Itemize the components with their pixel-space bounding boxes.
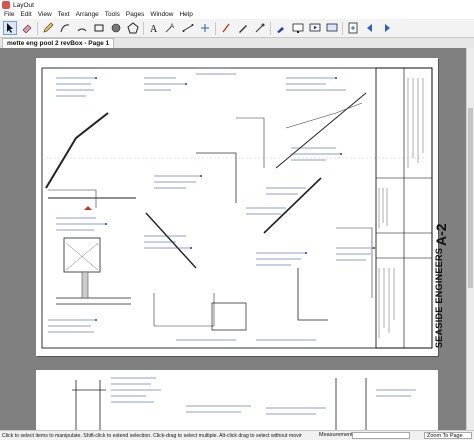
construction-drawing	[41, 67, 433, 349]
add-page-icon[interactable]	[346, 21, 360, 35]
sheet-number: A-2	[433, 223, 449, 246]
eye-dropper-icon[interactable]	[253, 21, 267, 35]
toolbar-separator	[143, 21, 144, 35]
menu-tools[interactable]: Tools	[105, 11, 120, 18]
dimension-icon[interactable]	[181, 21, 195, 35]
window-title: LayOut	[13, 1, 34, 9]
measurements-input[interactable]	[352, 432, 410, 439]
status-bar: Click to select items to manipulate. Shi…	[0, 430, 474, 440]
menu-file[interactable]: File	[4, 11, 14, 18]
pencil-icon[interactable]	[41, 21, 55, 35]
toolbar-separator	[270, 21, 271, 35]
menu-view[interactable]: View	[38, 11, 52, 18]
monitor-icon[interactable]	[325, 21, 339, 35]
menu-help[interactable]: Help	[179, 11, 192, 18]
toolbar-separator	[37, 21, 38, 35]
label-icon[interactable]: A	[164, 21, 178, 35]
layout-page[interactable]: SEASIDE ENGINEERS A-2	[36, 58, 449, 356]
document-tab[interactable]: mette eng pool 2 revBox - Page 1	[2, 38, 115, 48]
next-page-icon[interactable]	[380, 21, 394, 35]
split-icon[interactable]	[198, 21, 212, 35]
eraser-icon[interactable]	[20, 21, 34, 35]
menu-edit[interactable]: Edit	[20, 11, 31, 18]
select-arrow-icon[interactable]	[3, 21, 17, 35]
polygon-icon[interactable]	[126, 21, 140, 35]
toolbar-separator	[342, 21, 343, 35]
vertical-scrollbar[interactable]	[466, 48, 474, 430]
svg-text:A: A	[150, 24, 158, 34]
svg-text:A: A	[170, 24, 174, 30]
rectangle-icon[interactable]	[92, 21, 106, 35]
title-bar: LayOut	[0, 0, 474, 10]
paint-icon[interactable]	[274, 21, 288, 35]
measurements-label: Measurements	[319, 432, 356, 438]
paint-bucket-icon[interactable]	[236, 21, 250, 35]
menu-pages[interactable]: Pages	[126, 11, 144, 18]
menu-window[interactable]: Window	[150, 11, 173, 18]
main-toolbar: A A	[0, 19, 474, 38]
circle-icon[interactable]	[109, 21, 123, 35]
firm-name: SEASIDE ENGINEERS	[434, 247, 444, 348]
presentation-icon[interactable]	[308, 21, 322, 35]
menu-text[interactable]: Text	[58, 11, 70, 18]
toolbar-separator	[215, 21, 216, 35]
sample-style-icon[interactable]	[219, 21, 233, 35]
status-hint: Click to select items to manipulate. Shi…	[2, 432, 302, 439]
menu-arrange[interactable]: Arrange	[76, 11, 99, 18]
next-page-drawing	[72, 377, 416, 430]
scrollbar-thumb[interactable]	[468, 108, 473, 288]
screen-icon[interactable]	[291, 21, 305, 35]
zoom-value: Zoom To Page	[427, 432, 463, 439]
line-icon[interactable]	[58, 21, 72, 35]
text-icon[interactable]: A	[147, 21, 161, 35]
layout-app-icon	[2, 1, 10, 9]
zoom-dropdown[interactable]: Zoom To Page	[424, 432, 472, 439]
arc-icon[interactable]	[75, 21, 89, 35]
next-page-preview[interactable]	[36, 370, 438, 430]
prev-page-icon[interactable]	[363, 21, 377, 35]
